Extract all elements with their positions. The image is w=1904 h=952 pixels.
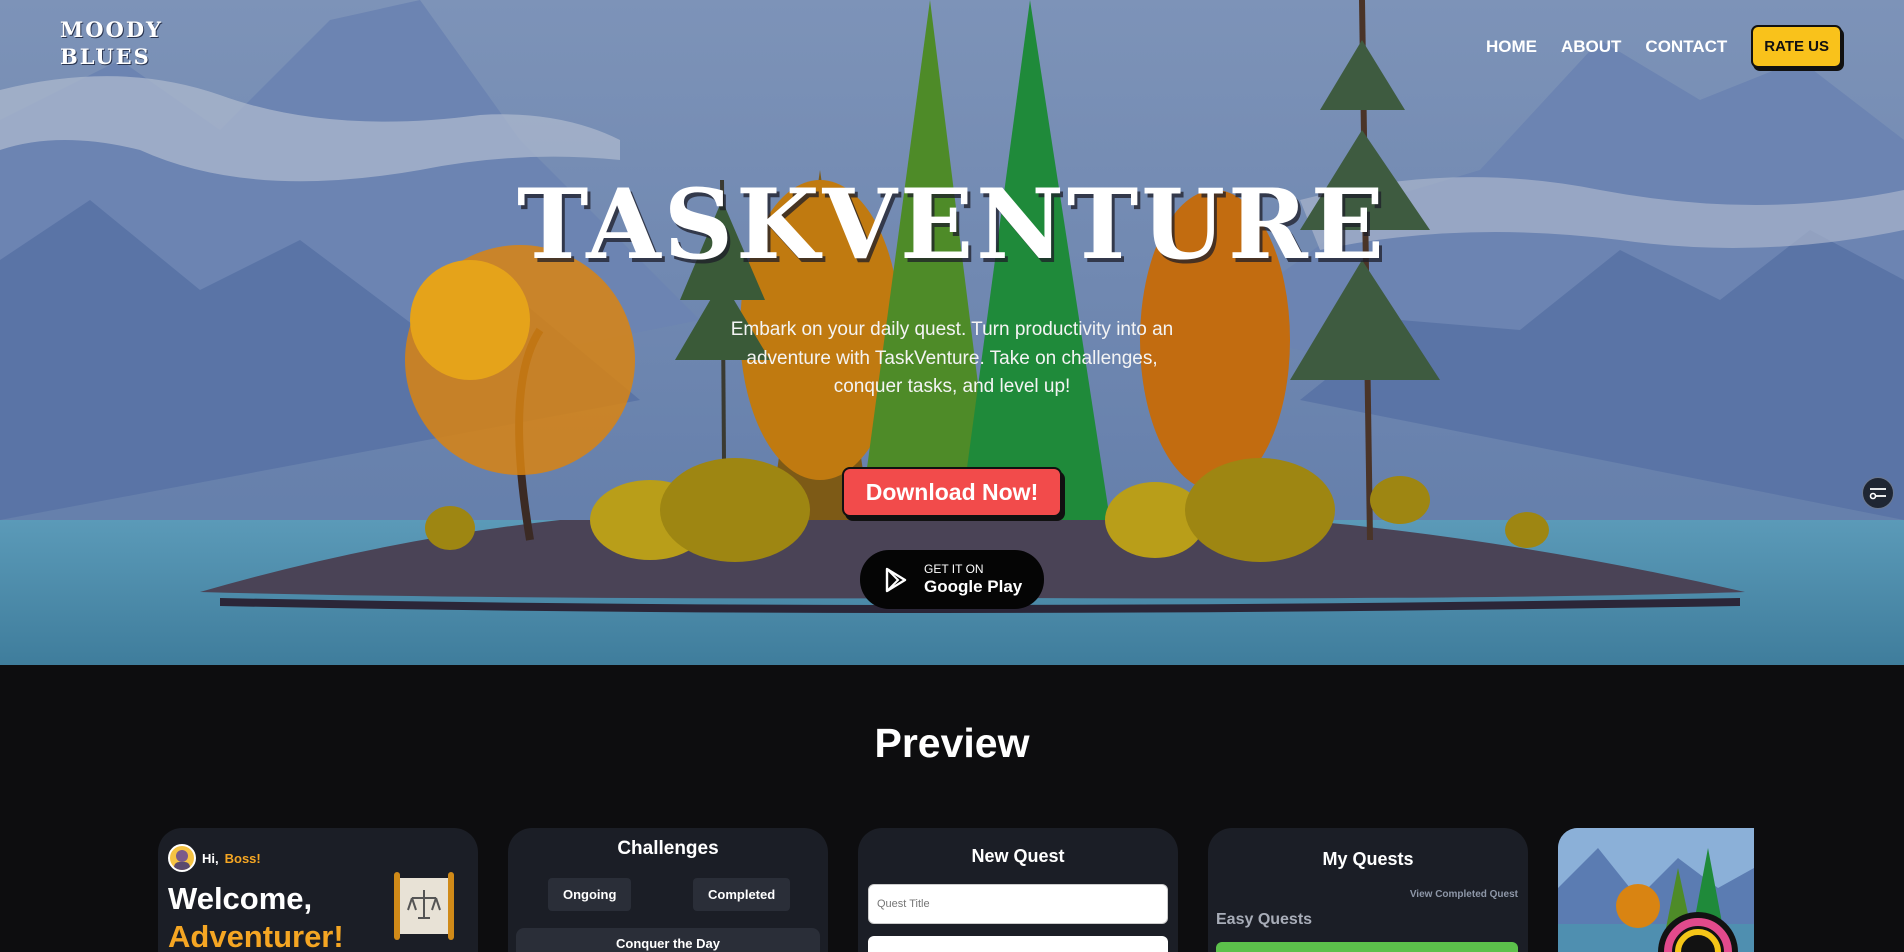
landscape-thumbnail	[1558, 828, 1754, 952]
google-play-small-text: GET IT ON	[924, 562, 984, 576]
nav-contact[interactable]: CONTACT	[1645, 37, 1727, 57]
hero-title: TASKVENTURE	[517, 168, 1387, 281]
quest-description-input[interactable]	[868, 936, 1168, 952]
google-play-large-text: Google Play	[924, 577, 1023, 596]
download-now-button[interactable]: Download Now!	[842, 467, 1062, 517]
challenge-item[interactable]: Conquer the Day	[516, 928, 820, 952]
hero-tagline: Embark on your daily quest. Turn product…	[730, 319, 1174, 397]
quest-title-input[interactable]	[868, 884, 1168, 924]
settings-toggle-button[interactable]	[1862, 477, 1894, 509]
google-play-icon	[885, 567, 907, 592]
quest-item-bar[interactable]	[1216, 942, 1518, 952]
nav-home[interactable]: HOME	[1486, 37, 1537, 57]
preview-heading: Preview	[874, 720, 1030, 766]
avatar	[168, 844, 196, 872]
scroll-icon	[394, 872, 454, 940]
tab-ongoing[interactable]: Ongoing	[548, 878, 632, 911]
preview-card-home[interactable]: Hi, Boss! Welcome, Adventurer!	[158, 828, 478, 952]
welcome-line-2: Adventurer!	[168, 919, 344, 952]
greeting-name: Boss!	[224, 850, 261, 866]
google-play-badge[interactable]: GET IT ON Google Play	[860, 550, 1044, 609]
preview-card-landscape[interactable]	[1558, 828, 1754, 952]
welcome-heading: Welcome, Adventurer!	[168, 880, 344, 952]
easy-quests-heading: Easy Quests	[1216, 911, 1313, 928]
logo-line-2: BLUES	[60, 44, 151, 69]
rate-us-button[interactable]: RATE US	[1751, 25, 1842, 68]
view-completed-link[interactable]: View Completed Quest	[1410, 889, 1518, 900]
greeting-text: Hi,	[202, 850, 219, 866]
preview-card-challenges[interactable]: Challenges Ongoing Completed Conquer the…	[508, 828, 828, 952]
tab-completed[interactable]: Completed	[693, 878, 791, 911]
new-quest-title: New Quest	[971, 846, 1065, 866]
greeting: Hi, Boss!	[168, 844, 261, 872]
preview-card-my-quests[interactable]: My Quests View Completed Quest Easy Ques…	[1208, 828, 1528, 952]
settings-toggle-icon	[1869, 488, 1886, 500]
brand-logo[interactable]: MOODY BLUES	[60, 16, 163, 70]
challenges-title: Challenges	[617, 838, 719, 859]
nav-about[interactable]: ABOUT	[1561, 37, 1621, 57]
my-quests-title: My Quests	[1322, 849, 1414, 869]
preview-card-new-quest[interactable]: New Quest	[858, 828, 1178, 952]
top-nav: HOME ABOUT CONTACT RATE US	[1486, 25, 1842, 68]
logo-line-1: MOODY	[60, 17, 164, 42]
welcome-line-1: Welcome,	[168, 881, 313, 916]
hero-section: MOODY BLUES HOME ABOUT CONTACT RATE US T…	[0, 0, 1904, 665]
